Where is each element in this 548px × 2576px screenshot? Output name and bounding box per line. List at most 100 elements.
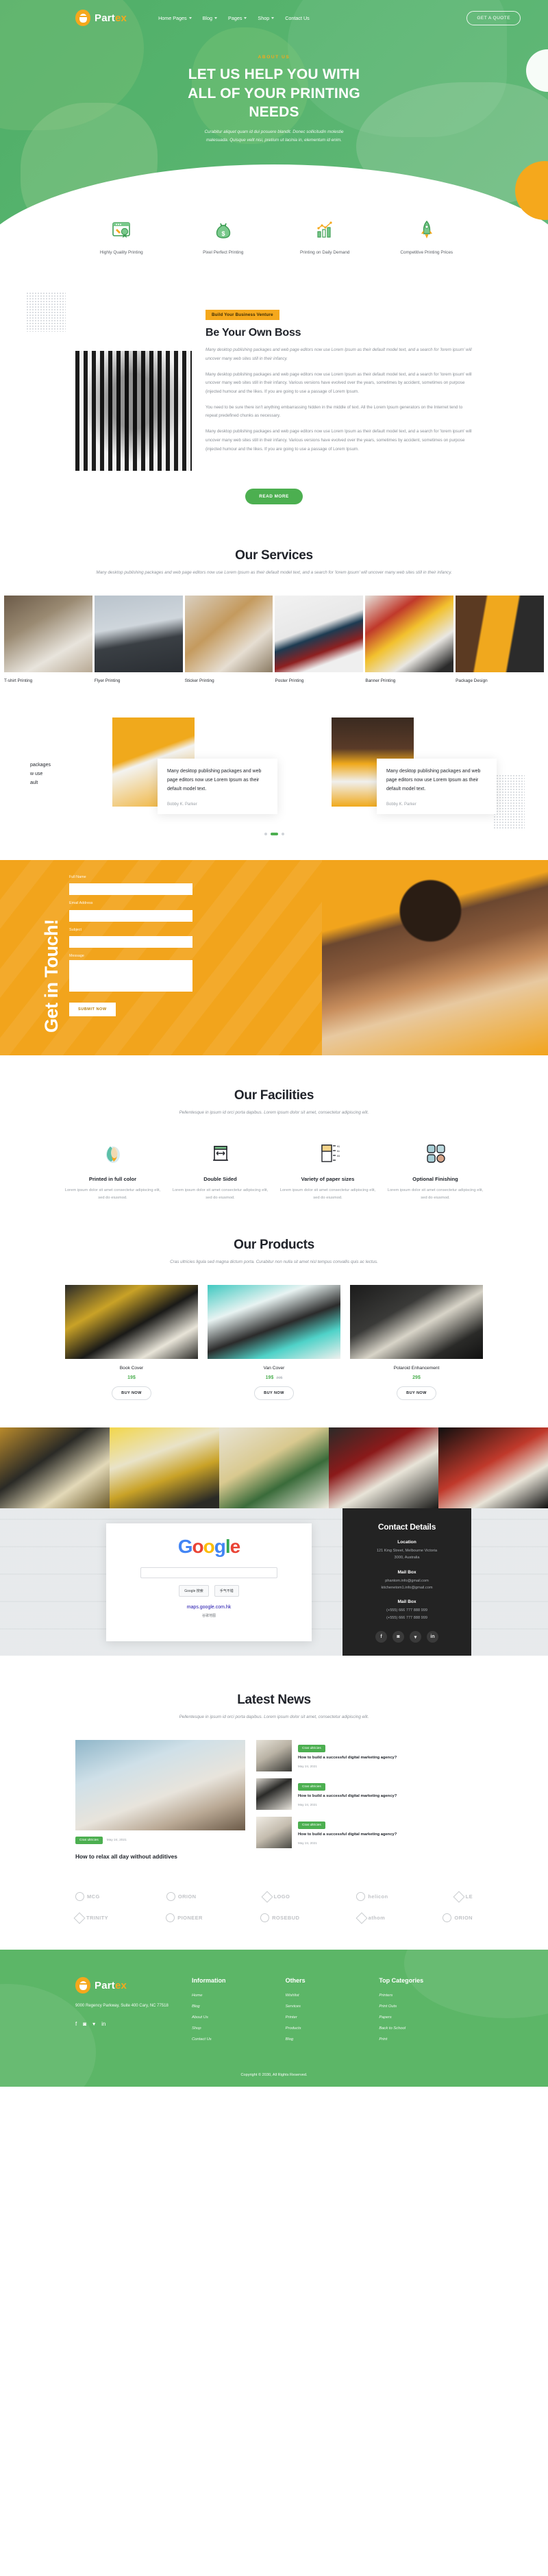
contact-form: Full Name Email Address Subject Message …	[69, 875, 192, 1055]
product-image	[65, 1285, 198, 1360]
footer-link-back-to-school[interactable]: Back to School	[379, 2026, 473, 2031]
email-input[interactable]	[69, 909, 192, 922]
footer-link-blog[interactable]: Blog	[192, 2004, 286, 2009]
footer-link-blog-2[interactable]: Blog	[286, 2037, 379, 2041]
nav-links: Home Pages Blog Pages Shop Contact Us	[158, 15, 310, 21]
hero-title-line-2: ALL OF YOUR PRINTING	[188, 85, 360, 101]
chevron-down-icon	[188, 16, 192, 19]
products-section-header: Our Products Cras ultricies ligula sed m…	[0, 1238, 548, 1267]
nav-item-contact-us[interactable]: Contact Us	[285, 15, 310, 21]
nav-item-home-pages[interactable]: Home Pages	[158, 15, 192, 21]
feature-card-competitive-prices[interactable]: Competitive Printing Prices	[380, 207, 473, 257]
footer-link-printers[interactable]: Printers	[379, 1994, 473, 1998]
buy-now-button[interactable]: BUY NOW	[254, 1386, 294, 1401]
svg-text:A6: A6	[337, 1154, 340, 1157]
pagination-dot[interactable]	[281, 832, 284, 835]
page-root: Partex Home Pages Blog Pages Shop Contac…	[0, 0, 548, 2087]
egg-logo-icon	[75, 10, 90, 26]
footer-link-papers[interactable]: Papers	[379, 2015, 473, 2020]
linkedin-icon[interactable]: in	[101, 2021, 105, 2027]
service-name: Flyer Printing	[94, 678, 121, 683]
news-item-body: Cras ultricies How to build a successful…	[298, 1778, 473, 1806]
google-buttons: Google 搜索 手气不错	[117, 1585, 301, 1597]
facility-double-sided: Double Sided Lorem ipsum dolor sit amet …	[169, 1138, 271, 1202]
footer-link-services[interactable]: Services	[286, 2004, 379, 2009]
pagination-dot[interactable]	[264, 832, 267, 835]
testimonial-author: Bobby K. Parker	[167, 802, 197, 807]
linkedin-icon[interactable]: in	[427, 1631, 438, 1643]
footer-link-about-us[interactable]: About Us	[192, 2015, 286, 2020]
footer-link-print[interactable]: Print	[379, 2037, 473, 2041]
service-card-poster[interactable]: Poster Printing	[275, 595, 364, 683]
gallery-image-4[interactable]	[329, 1427, 438, 1509]
boss-portrait-image	[75, 351, 192, 471]
service-card-package[interactable]: Package Design	[456, 595, 544, 683]
service-card-banner[interactable]: Banner Printing	[365, 595, 454, 683]
service-card-flyer[interactable]: Flyer Printing	[94, 595, 183, 683]
footer-link-home[interactable]: Home	[192, 1994, 286, 1998]
feature-card-quality[interactable]: Highly Quality Printing	[75, 207, 168, 257]
pagination-dot-active[interactable]	[270, 832, 278, 835]
testimonial-pagination[interactable]	[0, 832, 548, 835]
services-section-header: Our Services Many desktop publishing pac…	[0, 548, 548, 830]
footer-link-print-outs[interactable]: Print Outs	[379, 2004, 473, 2009]
facility-paper-sizes: A2 A4 A6 Variety of paper sizes Lorem ipsu…	[277, 1138, 379, 1202]
google-lucky-button[interactable]: 手气不错	[214, 1585, 239, 1597]
news-list-item[interactable]: Cras ultricies How to build a successful…	[256, 1739, 473, 1771]
google-search-input[interactable]	[140, 1567, 277, 1579]
gallery-image-3[interactable]	[219, 1427, 329, 1509]
news-list-item[interactable]: Cras ultricies How to build a successful…	[256, 1778, 473, 1810]
news-list-item[interactable]: Cras ultricies How to build a successful…	[256, 1816, 473, 1848]
nav-item-pages[interactable]: Pages	[228, 15, 247, 21]
be-your-own-boss-section: Build Your Business Venture Be Your Own …	[0, 292, 548, 471]
footer-link-shop[interactable]: Shop	[192, 2026, 286, 2031]
news-tag: Cras ultricies	[75, 1836, 103, 1844]
site-footer: Partex 9000 Regency Parkway, Suite 400 C…	[0, 1950, 548, 2087]
boss-paragraph-1: Many desktop publishing packages and web…	[206, 371, 472, 395]
brand-logo[interactable]: Partex	[75, 10, 127, 26]
nav-item-shop[interactable]: Shop	[258, 15, 275, 21]
buy-now-button[interactable]: BUY NOW	[112, 1386, 151, 1401]
feature-card-daily-demand[interactable]: Printing on Daily Demand	[279, 207, 371, 257]
nav-item-blog[interactable]: Blog	[203, 15, 218, 21]
gallery-image-1[interactable]	[0, 1427, 110, 1509]
feature-label: Pixel Perfect Printing	[203, 250, 244, 255]
news-thumbnail	[256, 1778, 292, 1810]
news-item-date: May 24, 2021	[298, 1802, 317, 1806]
service-card-tshirt[interactable]: T-shirt Printing	[4, 595, 92, 683]
services-title: Our Services	[235, 548, 313, 563]
facebook-icon[interactable]: f	[75, 2021, 77, 2027]
gallery-image-2[interactable]	[110, 1427, 219, 1509]
product-card-book-cover: Book Cover 19$ BUY NOW	[65, 1285, 198, 1401]
partner-logo: PIONEER	[166, 1913, 203, 1923]
message-textarea[interactable]	[69, 960, 192, 992]
google-maps-link[interactable]: maps.google.com.hk	[117, 1605, 301, 1610]
contact-social-links: f ◙ ▾ in	[355, 1631, 459, 1643]
facility-name: Optional Finishing	[412, 1176, 458, 1183]
products-grid: Book Cover 19$ BUY NOW Van Cover 19$ 20$ …	[0, 1285, 548, 1401]
news-featured-card[interactable]: Cras ultricies May 24, 2021 How to relax…	[75, 1739, 245, 1861]
instagram-icon[interactable]: ◙	[83, 2021, 86, 2027]
buy-now-button[interactable]: BUY NOW	[397, 1386, 436, 1401]
facility-name: Double Sided	[203, 1176, 237, 1183]
twitter-icon[interactable]: ▾	[92, 2021, 95, 2027]
partner-logo: MCG	[75, 1892, 100, 1902]
get-a-quote-button[interactable]: GET A QUOTE	[466, 10, 521, 25]
instagram-icon[interactable]: ◙	[393, 1631, 404, 1643]
gallery-image-5[interactable]	[438, 1427, 548, 1509]
footer-link-wishlist[interactable]: Wishlist	[286, 1994, 379, 1998]
submit-now-button[interactable]: SUBMIT NOW	[69, 1003, 116, 1017]
service-card-sticker[interactable]: Sticker Printing	[184, 595, 273, 683]
full-name-input[interactable]	[69, 883, 192, 896]
subject-input[interactable]	[69, 936, 192, 948]
google-search-button[interactable]: Google 搜索	[179, 1585, 209, 1597]
read-more-button[interactable]: READ MORE	[245, 489, 303, 505]
footer-link-printer[interactable]: Printer	[286, 2015, 379, 2020]
footer-link-products[interactable]: Products	[286, 2026, 379, 2031]
twitter-icon[interactable]: ▾	[410, 1631, 421, 1643]
footer-logo[interactable]: Partex	[75, 1977, 192, 1994]
facebook-icon[interactable]: f	[375, 1631, 387, 1643]
news-featured-title: How to relax all day without additives	[75, 1852, 177, 1860]
footer-link-contact-us[interactable]: Contact Us	[192, 2037, 286, 2041]
feature-card-pixel-perfect[interactable]: $ Pixel Perfect Printing	[177, 207, 269, 257]
